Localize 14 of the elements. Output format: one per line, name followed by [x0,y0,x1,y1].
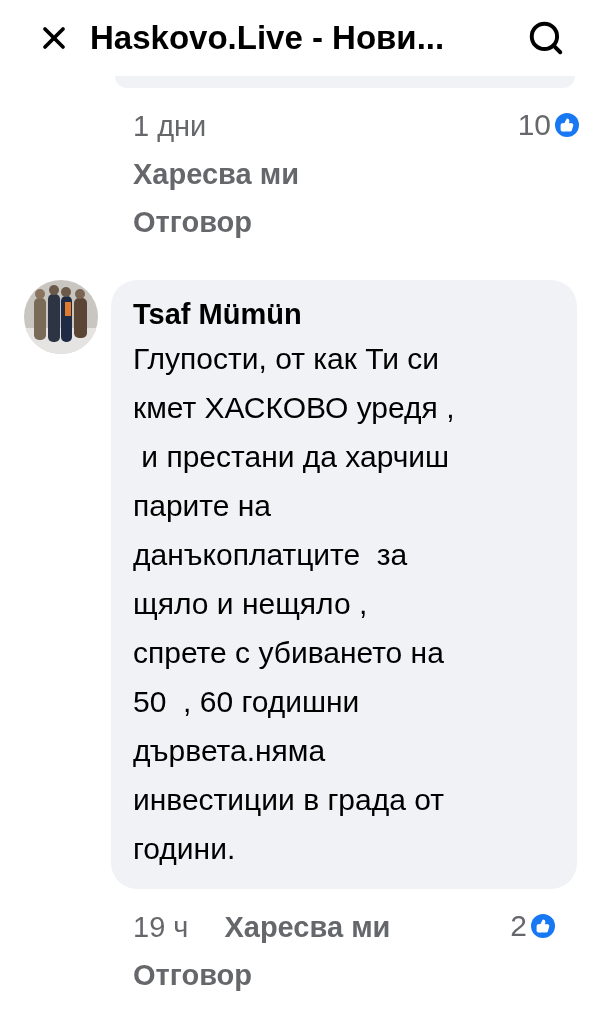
like-link[interactable]: Харесва ми [133,150,299,198]
page-title: Haskovo.Live - Нови... [90,18,446,59]
search-icon[interactable] [527,19,565,57]
like-link[interactable]: Харесва ми [224,903,391,951]
thumbs-up-icon [555,113,579,137]
reply-link[interactable]: Отговор [133,198,253,246]
reply-link[interactable]: Отговор [133,951,253,999]
like-count: 10 [517,110,551,140]
comment-text: Глупости, от как Ти си кмет ХАСКОВО уредя , и престани да харчиш парите на данъкоплатците за щяло и нещяло , спрете с убиването на 50 , 60 годишни дървета.няма инвестиции в града от години. [133,341,456,867]
like-count: 2 [510,911,527,941]
thumbs-up-icon [531,914,555,938]
comment-time: 1 дни [133,109,207,144]
comment-author: Tsaf Mümün [133,297,303,332]
comment-time: 19 ч [133,910,189,945]
